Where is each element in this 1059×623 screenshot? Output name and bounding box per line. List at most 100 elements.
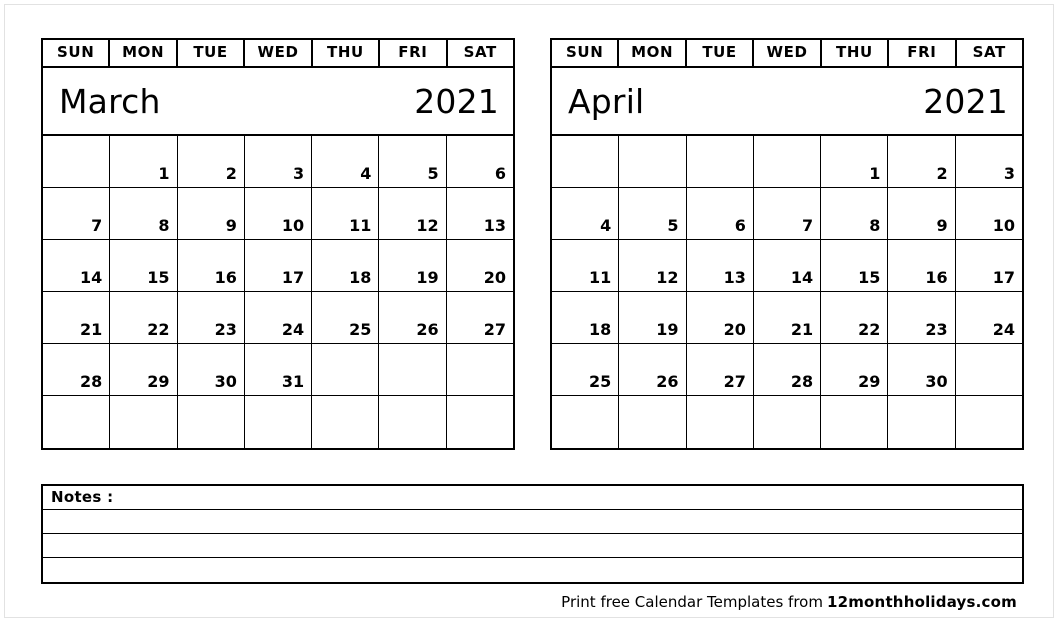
day-cell[interactable]: 8: [821, 188, 889, 239]
day-cell[interactable]: 9: [178, 188, 245, 239]
day-cell[interactable]: 13: [447, 188, 513, 239]
day-cell[interactable]: [312, 344, 380, 395]
weekday-header-thu: THU: [313, 40, 381, 66]
day-cell[interactable]: 25: [552, 344, 620, 395]
day-cell[interactable]: [687, 136, 754, 187]
day-cell[interactable]: 9: [888, 188, 956, 239]
day-cell[interactable]: 19: [619, 292, 687, 343]
weekday-header-thu: THU: [822, 40, 890, 66]
day-cell[interactable]: 11: [552, 240, 620, 291]
day-cell[interactable]: [888, 396, 956, 448]
day-cell[interactable]: [821, 396, 889, 448]
day-cell[interactable]: [552, 396, 620, 448]
day-cell[interactable]: [312, 396, 380, 448]
notes-write-line[interactable]: [43, 558, 1022, 582]
day-cell[interactable]: [754, 396, 822, 448]
weekday-header-sun: SUN: [552, 40, 620, 66]
day-cell[interactable]: 20: [687, 292, 754, 343]
day-cell[interactable]: 24: [956, 292, 1022, 343]
month-name-april: April: [568, 81, 645, 121]
day-cell[interactable]: 11: [312, 188, 380, 239]
day-cell[interactable]: 15: [821, 240, 889, 291]
day-cell[interactable]: 22: [110, 292, 178, 343]
day-cell[interactable]: [379, 344, 447, 395]
day-cell[interactable]: 30: [888, 344, 956, 395]
day-cell[interactable]: 20: [447, 240, 513, 291]
day-cell[interactable]: 10: [245, 188, 313, 239]
day-cell[interactable]: 28: [43, 344, 111, 395]
day-cell[interactable]: 7: [754, 188, 822, 239]
footer-site-link[interactable]: 12monthholidays.com: [827, 593, 1017, 611]
day-cell[interactable]: 6: [687, 188, 754, 239]
day-cell[interactable]: 17: [956, 240, 1022, 291]
day-cell[interactable]: 16: [888, 240, 956, 291]
day-cell[interactable]: 14: [754, 240, 822, 291]
printable-page: SUN MON TUE WED THU FRI SAT March 2021 1…: [4, 4, 1054, 618]
day-cell[interactable]: 2: [178, 136, 245, 187]
day-cell[interactable]: 14: [43, 240, 111, 291]
day-cell[interactable]: [178, 396, 245, 448]
day-cell[interactable]: 16: [178, 240, 245, 291]
day-cell[interactable]: 3: [956, 136, 1022, 187]
day-cell[interactable]: 5: [619, 188, 687, 239]
day-cell[interactable]: [110, 396, 178, 448]
week-row: 14 15 16 17 18 19 20: [43, 240, 513, 292]
day-cell[interactable]: [956, 344, 1022, 395]
day-cell[interactable]: 4: [312, 136, 380, 187]
day-cell[interactable]: [43, 396, 111, 448]
day-cell[interactable]: 15: [110, 240, 178, 291]
day-cell[interactable]: 30: [178, 344, 245, 395]
day-cell[interactable]: 26: [379, 292, 447, 343]
day-cell[interactable]: 6: [447, 136, 513, 187]
notes-write-line[interactable]: [43, 534, 1022, 558]
day-cell[interactable]: 21: [43, 292, 111, 343]
year-label-april: 2021: [923, 81, 1008, 121]
day-cell[interactable]: 26: [619, 344, 687, 395]
day-cell[interactable]: [447, 344, 513, 395]
day-cell[interactable]: 10: [956, 188, 1022, 239]
day-cell[interactable]: 28: [754, 344, 822, 395]
day-cell[interactable]: [447, 396, 513, 448]
day-cell[interactable]: 19: [379, 240, 447, 291]
day-cell[interactable]: 23: [178, 292, 245, 343]
day-cell[interactable]: [687, 396, 754, 448]
day-cell[interactable]: 2: [888, 136, 956, 187]
day-cell[interactable]: 4: [552, 188, 620, 239]
day-cell[interactable]: 17: [245, 240, 313, 291]
day-cell[interactable]: [956, 396, 1022, 448]
day-cell[interactable]: [245, 396, 313, 448]
day-cell[interactable]: 8: [110, 188, 178, 239]
day-cell[interactable]: 7: [43, 188, 111, 239]
day-cell[interactable]: 12: [379, 188, 447, 239]
day-cell[interactable]: [619, 136, 687, 187]
day-cell[interactable]: [552, 136, 620, 187]
day-cell[interactable]: 29: [110, 344, 178, 395]
week-row: 1 2 3 4 5 6: [43, 136, 513, 188]
day-cell[interactable]: [754, 136, 822, 187]
day-cell[interactable]: [379, 396, 447, 448]
day-cell[interactable]: 1: [821, 136, 889, 187]
week-row: 21 22 23 24 25 26 27: [43, 292, 513, 344]
weekday-header-mon: MON: [619, 40, 687, 66]
day-cell[interactable]: 18: [552, 292, 620, 343]
day-cell[interactable]: 23: [888, 292, 956, 343]
day-cell[interactable]: 12: [619, 240, 687, 291]
notes-write-line[interactable]: [43, 510, 1022, 534]
day-cell[interactable]: 27: [687, 344, 754, 395]
day-cell[interactable]: 25: [312, 292, 380, 343]
day-cell[interactable]: 1: [110, 136, 178, 187]
week-row: 4 5 6 7 8 9 10: [552, 188, 1022, 240]
day-cell[interactable]: [619, 396, 687, 448]
day-cell[interactable]: 13: [687, 240, 754, 291]
day-cell[interactable]: 18: [312, 240, 380, 291]
day-cell[interactable]: 21: [754, 292, 822, 343]
day-cell[interactable]: 22: [821, 292, 889, 343]
day-cell[interactable]: 5: [379, 136, 447, 187]
weekday-header-row-april: SUN MON TUE WED THU FRI SAT: [552, 40, 1022, 68]
day-cell[interactable]: 31: [245, 344, 313, 395]
day-cell[interactable]: 24: [245, 292, 313, 343]
day-cell[interactable]: 3: [245, 136, 313, 187]
day-cell[interactable]: 27: [447, 292, 513, 343]
day-cell[interactable]: 29: [821, 344, 889, 395]
day-cell[interactable]: [43, 136, 111, 187]
